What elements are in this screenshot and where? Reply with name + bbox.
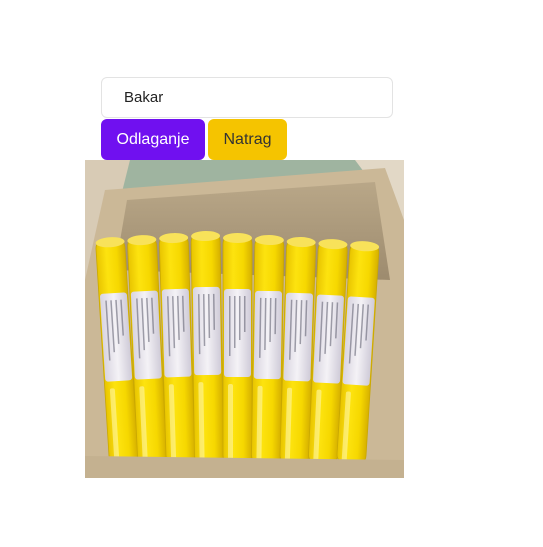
- page: Bakar Odlaganje Natrag: [0, 0, 543, 547]
- bag-roll: [251, 235, 285, 478]
- waste-bags-photo: [85, 160, 404, 478]
- bag-roll: [190, 231, 224, 478]
- back-button[interactable]: Natrag: [208, 119, 287, 160]
- waste-bags-image: [85, 160, 404, 478]
- material-input-value: Bakar: [124, 89, 164, 106]
- back-button-label: Natrag: [223, 130, 272, 148]
- material-input[interactable]: Bakar: [101, 77, 393, 118]
- bag-roll: [222, 233, 253, 478]
- bag-rolls: [95, 231, 380, 478]
- dispose-button[interactable]: Odlaganje: [101, 119, 205, 160]
- dispose-button-label: Odlaganje: [116, 130, 190, 148]
